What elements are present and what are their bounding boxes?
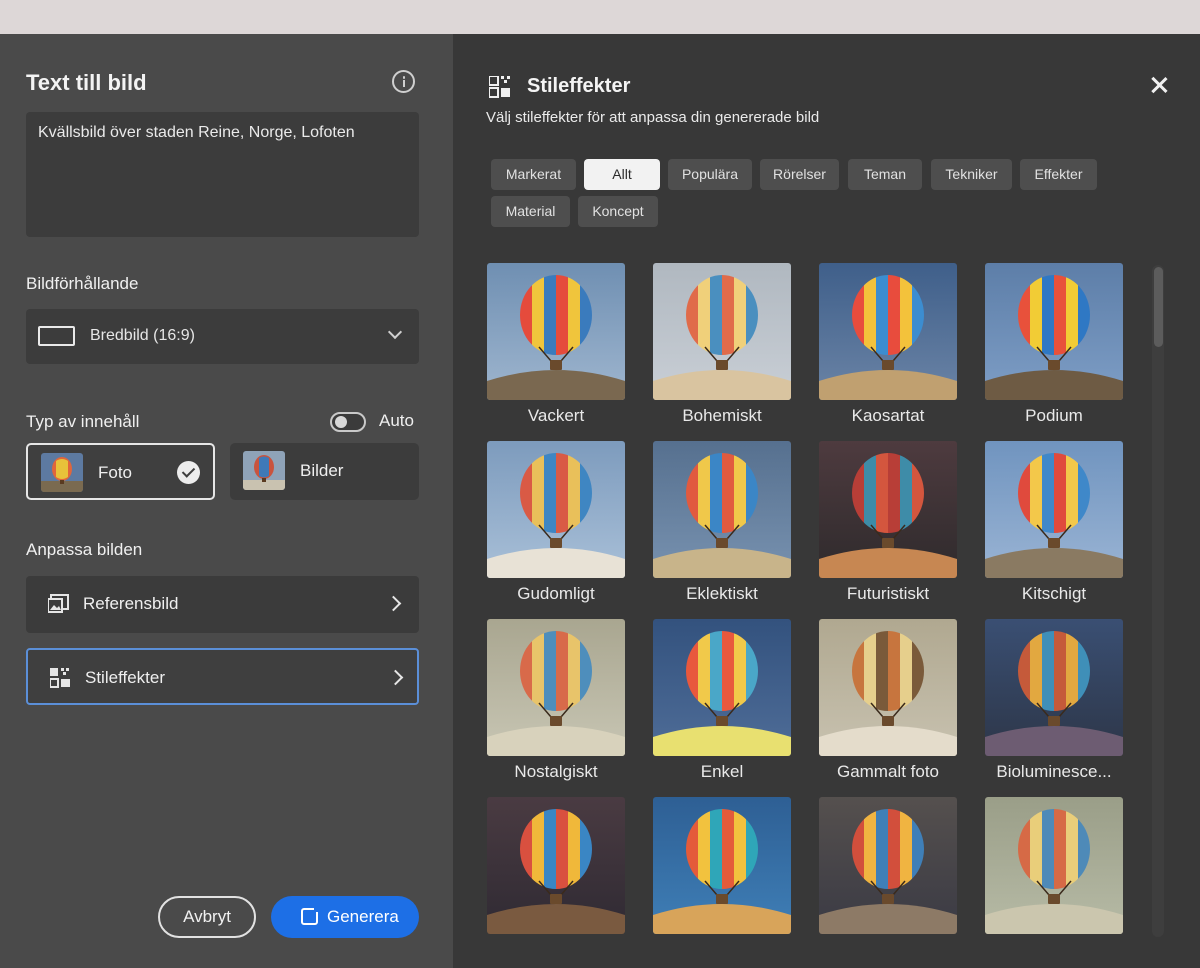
style-tile-image xyxy=(487,797,625,934)
style-tile[interactable]: Kitschigt xyxy=(985,441,1123,604)
prompt-input[interactable]: Kvällsbild över staden Reine, Norge, Lof… xyxy=(26,112,419,237)
style-tile-image xyxy=(985,797,1123,934)
chip-effects[interactable]: Effekter xyxy=(1020,159,1097,190)
info-icon[interactable] xyxy=(392,70,415,93)
window-top-bar xyxy=(0,0,1200,34)
style-effects-subtitle: Välj stileffekter för att anpassa din ge… xyxy=(486,109,820,126)
style-tile-label: Podium xyxy=(1025,406,1083,425)
style-tile[interactable] xyxy=(653,797,791,934)
auto-toggle[interactable] xyxy=(330,412,366,432)
style-tile[interactable]: Bohemiskt xyxy=(653,263,791,426)
photo-thumbnail xyxy=(41,453,83,492)
style-tile[interactable]: Eklektiskt xyxy=(653,441,791,604)
panel-title: Text till bild xyxy=(26,70,147,95)
aspect-ratio-label: Bildförhållande xyxy=(26,274,139,293)
chip-marked[interactable]: Markerat xyxy=(491,159,576,190)
style-effects-panel: Stileffekter Välj stileffekter för att a… xyxy=(453,34,1200,968)
style-tile-image xyxy=(653,619,791,756)
generate-button[interactable]: Generera xyxy=(271,896,419,938)
style-tile[interactable]: Podium xyxy=(985,263,1123,426)
style-effects-title: Stileffekter xyxy=(527,75,631,97)
style-tile-label: Bioluminesce... xyxy=(996,762,1112,781)
style-tile[interactable] xyxy=(985,797,1123,934)
scrollbar-thumb[interactable] xyxy=(1154,267,1163,347)
style-tile-label: Enkel xyxy=(700,762,744,781)
style-tile-image xyxy=(653,441,791,578)
chip-material[interactable]: Material xyxy=(491,196,570,227)
art-label: Bilder xyxy=(300,461,344,480)
style-tile-label: Kaosartat xyxy=(851,406,925,425)
chip-techniques[interactable]: Tekniker xyxy=(931,159,1012,190)
style-tile[interactable]: Enkel xyxy=(653,619,791,782)
style-grid: Vackert Bohemiskt Kaosartat Podium Gudomligt… xyxy=(487,263,1137,968)
content-type-art[interactable]: Bilder xyxy=(230,443,419,500)
auto-toggle-label: Auto xyxy=(379,411,414,430)
style-tile-label: Vackert xyxy=(527,406,585,425)
style-tile[interactable]: Bioluminesce... xyxy=(985,619,1123,782)
style-tile-label: Gudomligt xyxy=(517,584,595,603)
image-reference-icon xyxy=(48,594,69,613)
style-tile-image xyxy=(487,441,625,578)
style-tile-image xyxy=(487,619,625,756)
reference-image-label: Referensbild xyxy=(83,594,179,613)
text-to-image-panel: Text till bild Kvällsbild över staden Re… xyxy=(0,34,453,968)
style-tile-image xyxy=(985,619,1123,756)
content-type-photo[interactable]: Foto xyxy=(26,443,215,500)
style-tile-image xyxy=(819,619,957,756)
chip-concept[interactable]: Koncept xyxy=(578,196,658,227)
generate-icon xyxy=(301,904,322,925)
style-tile-label: Kitschigt xyxy=(1021,584,1087,603)
style-tile[interactable]: Gudomligt xyxy=(487,441,625,604)
chip-all[interactable]: Allt xyxy=(584,159,660,190)
chip-movements[interactable]: Rörelser xyxy=(760,159,839,190)
style-effects-icon xyxy=(50,668,70,688)
aspect-ratio-dropdown[interactable]: Bredbild (16:9) xyxy=(26,309,419,364)
style-tile[interactable]: Futuristiskt xyxy=(819,441,957,604)
art-thumbnail xyxy=(243,451,285,490)
close-icon[interactable] xyxy=(1148,74,1170,96)
style-tile-image xyxy=(653,797,791,934)
style-tile-image xyxy=(653,263,791,400)
style-tile[interactable]: Vackert xyxy=(487,263,625,426)
chevron-right-icon xyxy=(387,669,404,686)
style-tile-image xyxy=(985,263,1123,400)
style-effects-row[interactable]: Stileffekter xyxy=(26,648,419,705)
style-effects-icon xyxy=(489,76,510,98)
aspect-ratio-icon xyxy=(38,326,75,346)
photo-label: Foto xyxy=(98,463,133,482)
customize-label: Anpassa bilden xyxy=(26,540,143,559)
generate-label: Generera xyxy=(327,907,399,926)
cancel-button[interactable]: Avbryt xyxy=(158,896,256,938)
style-tile[interactable]: Gammalt foto xyxy=(819,619,957,782)
style-tile-label: Gammalt foto xyxy=(836,762,940,781)
style-tile-image xyxy=(487,263,625,400)
style-tile-label: Futuristiskt xyxy=(846,584,930,603)
style-tile-image xyxy=(819,441,957,578)
style-tile-label: Bohemiskt xyxy=(682,406,762,425)
style-tile[interactable] xyxy=(819,797,957,934)
style-tile[interactable] xyxy=(487,797,625,934)
style-effects-label: Stileffekter xyxy=(85,668,166,687)
style-tile-image xyxy=(819,263,957,400)
style-tile[interactable]: Nostalgiskt xyxy=(487,619,625,782)
style-tile[interactable]: Kaosartat xyxy=(819,263,957,426)
style-tile-image xyxy=(985,441,1123,578)
content-type-label: Typ av innehåll xyxy=(26,412,140,431)
reference-image-row[interactable]: Referensbild xyxy=(26,576,419,633)
check-icon xyxy=(177,461,200,484)
chip-popular[interactable]: Populära xyxy=(668,159,752,190)
aspect-ratio-value: Bredbild (16:9) xyxy=(90,327,195,344)
style-tile-label: Nostalgiskt xyxy=(514,762,598,781)
style-tile-image xyxy=(819,797,957,934)
chevron-right-icon xyxy=(385,595,402,612)
chevron-down-icon xyxy=(387,324,403,340)
style-tile-label: Eklektiskt xyxy=(686,584,758,603)
scrollbar-track[interactable] xyxy=(1152,265,1164,937)
chip-themes[interactable]: Teman xyxy=(848,159,922,190)
